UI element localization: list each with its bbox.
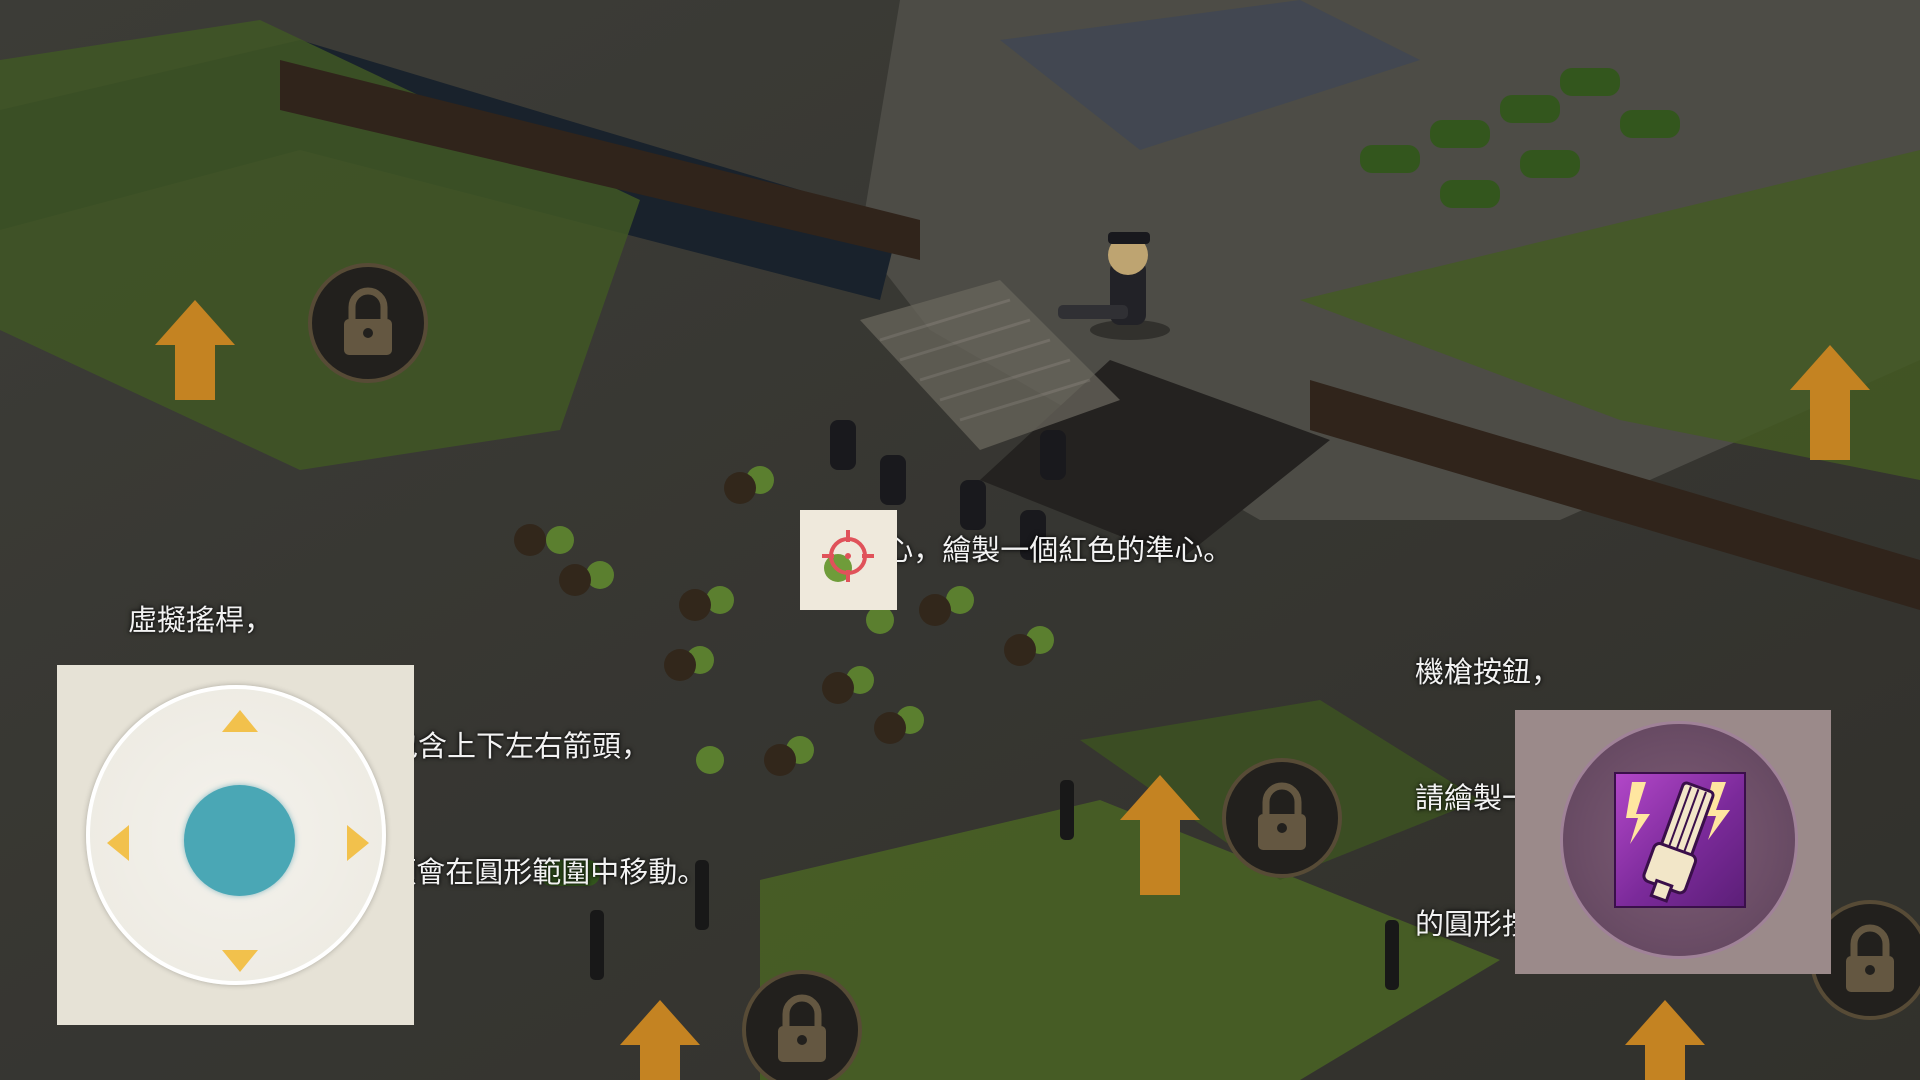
machine-gun-icon (1614, 772, 1746, 908)
virtual-joystick-panel (57, 665, 414, 1025)
crosshair (800, 510, 897, 610)
machine-gun-button-panel (1515, 710, 1831, 974)
crosshair-icon (800, 510, 897, 610)
arrow-right-icon (347, 825, 369, 861)
joystick-knob[interactable] (184, 785, 295, 896)
joystick-annotation-line1: 虛擬搖桿， (128, 603, 274, 637)
arrow-down-icon (222, 950, 258, 972)
arrow-left-icon (107, 825, 129, 861)
arrow-up-icon (222, 710, 258, 732)
machine-gun-annotation-line1: 機槍按鈕， (1415, 655, 1561, 689)
